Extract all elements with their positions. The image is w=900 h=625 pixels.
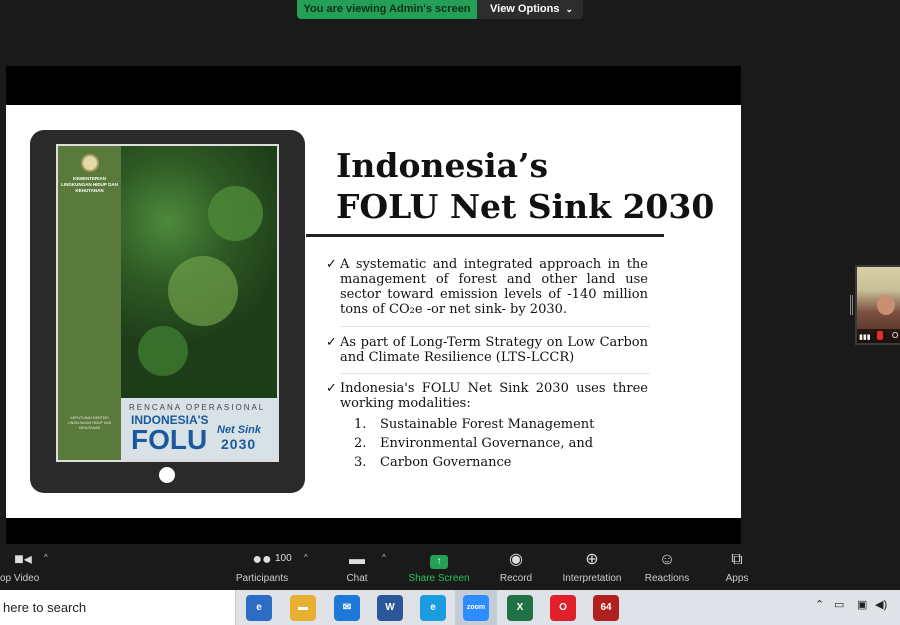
taskbar-edge-icon[interactable]: e — [420, 595, 446, 621]
cover-title-box: RENCANA OPERASIONAL INDONESIA'S FOLU Net… — [121, 398, 277, 460]
reactions-label: Reactions — [644, 573, 690, 584]
tablet-home-button — [159, 467, 175, 483]
windows-taskbar: here to search e ▬ ✉ W e zoom X O 64 ⌃ ▭… — [0, 590, 900, 625]
record-button[interactable]: ◉ Record — [494, 549, 538, 584]
bullet-text: A systematic and integrated approach in … — [340, 257, 648, 317]
taskbar-file-explorer-icon[interactable]: ▬ — [290, 595, 316, 621]
record-label: Record — [499, 573, 533, 584]
presentation-slide: KEMENTERIAN LINGKUNGAN HIDUP DAN KEHUTAN… — [6, 105, 741, 518]
modalities-list: 1. Sustainable Forest Management 2. Enviro… — [354, 415, 594, 472]
checkmark-icon: ✓ — [326, 381, 337, 396]
checkmark-icon: ✓ — [326, 257, 337, 272]
checkmark-icon: ✓ — [326, 335, 337, 350]
signal-strength-icon: ▮▮▮ — [859, 334, 871, 341]
cover-decree-text: KEPUTUSAN MENTERI LINGKUNGAN HIDUP DAN K… — [67, 416, 112, 430]
list-item: 2. Environmental Governance, and — [354, 434, 594, 453]
list-number: 2. — [354, 436, 367, 451]
video-camera-icon: ■◂ — [14, 551, 32, 568]
chat-button[interactable]: ▬ Chat — [340, 549, 374, 584]
taskbar-opera-icon[interactable]: O — [550, 595, 576, 621]
list-text: Environmental Governance, and — [380, 436, 594, 451]
interpretation-button[interactable]: ⊕ Interpretation — [555, 549, 629, 584]
participants-count: 100 — [275, 553, 292, 564]
tree-canopy — [208, 186, 263, 241]
share-screen-icon: ↑ — [404, 549, 474, 571]
taskbar-excel-icon[interactable]: X — [507, 595, 533, 621]
record-icon: ◉ — [509, 551, 523, 568]
participants-label: Participants — [235, 573, 289, 584]
microphone-muted-icon — [877, 331, 883, 340]
apps-button[interactable]: ⧉ Apps — [718, 549, 756, 584]
participant-name: O — [892, 331, 899, 340]
thumbnail-resize-handle[interactable] — [850, 295, 853, 315]
apps-icon: ⧉ — [731, 551, 743, 568]
bullet-text: Indonesia's FOLU Net Sink 2030 uses thre… — [340, 381, 648, 411]
taskbar-search-box[interactable]: here to search — [0, 590, 236, 625]
top-bar: You are viewing Admin's screen View Opti… — [0, 0, 900, 20]
video-options-caret-icon[interactable]: ^ — [44, 553, 48, 562]
bullet-text: As part of Long-Term Strategy on Low Car… — [340, 335, 648, 365]
participants-caret-icon[interactable]: ^ — [304, 553, 308, 562]
share-screen-label: Share Screen — [408, 573, 470, 584]
volume-icon[interactable]: ◀) — [875, 598, 887, 611]
bullet-point: ✓ A systematic and integrated approach i… — [326, 257, 648, 317]
participant-face — [877, 295, 895, 315]
list-item: 1. Sustainable Forest Management — [354, 415, 594, 434]
smiley-icon: ☺ — [658, 551, 676, 568]
taskbar-word-icon[interactable]: W — [377, 595, 403, 621]
cover-netsink: Net Sink — [217, 424, 262, 436]
report-cover-image: KEMENTERIAN LINGKUNGAN HIDUP DAN KEHUTAN… — [56, 144, 279, 462]
list-item: 3. Carbon Governance — [354, 453, 594, 472]
bullet-point: ✓ Indonesia's FOLU Net Sink 2030 uses th… — [326, 381, 648, 411]
network-icon[interactable]: ▭ — [834, 598, 844, 611]
tree-canopy — [168, 256, 238, 326]
list-text: Carbon Governance — [380, 455, 512, 470]
taskbar-mail-icon[interactable]: ✉ — [334, 595, 360, 621]
taskbar-zoom-icon[interactable]: zoom — [463, 595, 489, 621]
chat-bubble-icon: ▬ — [349, 551, 365, 568]
stop-video-label: op Video — [0, 573, 40, 584]
interpretation-label: Interpretation — [562, 573, 622, 584]
meeting-toolbar: ■◂ op Video ^ ●● Participants 100 ^ ▬ Ch… — [0, 545, 900, 590]
globe-icon: ⊕ — [585, 551, 599, 568]
tray-chevron-up-icon[interactable]: ⌃ — [815, 598, 824, 611]
cover-ministry-text: KEMENTERIAN LINGKUNGAN HIDUP DAN KEHUTAN… — [61, 176, 118, 193]
taskbar-edge-legacy-icon[interactable]: e — [246, 595, 272, 621]
cover-folu: FOLU — [131, 424, 208, 455]
apps-label: Apps — [725, 573, 749, 584]
chat-caret-icon[interactable]: ^ — [382, 553, 386, 562]
list-number: 1. — [354, 417, 367, 432]
bullet-point: ✓ As part of Long-Term Strategy on Low C… — [326, 335, 648, 365]
view-options-label: View Options — [490, 3, 560, 15]
viewing-banner: You are viewing Admin's screen — [297, 0, 477, 19]
view-options-button[interactable]: View Options ⌄ — [477, 0, 583, 19]
participant-video-thumbnail[interactable]: ▮▮▮ O — [855, 265, 900, 345]
tree-canopy — [138, 326, 188, 376]
reactions-button[interactable]: ☺ Reactions — [640, 549, 694, 584]
title-divider — [306, 234, 664, 237]
list-text: Sustainable Forest Management — [380, 417, 595, 432]
ministry-logo-icon — [81, 154, 99, 172]
slide-title-line2: FOLU Net Sink 2030 — [336, 187, 715, 226]
share-screen-button[interactable]: ↑ Share Screen — [404, 549, 474, 584]
cover-year: 2030 — [221, 436, 257, 452]
list-number: 3. — [354, 455, 367, 470]
tablet-graphic: KEMENTERIAN LINGKUNGAN HIDUP DAN KEHUTAN… — [30, 130, 305, 493]
slide-title: Indonesia’s FOLU Net Sink 2030 — [336, 145, 714, 227]
taskbar-game-icon[interactable]: 64 — [593, 595, 619, 621]
slide-title-line1: Indonesia’s — [336, 146, 549, 185]
bullet-divider — [340, 326, 650, 327]
cover-subtitle: RENCANA OPERASIONAL — [129, 403, 266, 412]
stop-video-button[interactable]: ■◂ op Video — [0, 549, 46, 584]
chat-label: Chat — [346, 573, 368, 584]
display-icon[interactable]: ▣ — [857, 598, 867, 611]
chevron-down-icon: ⌄ — [565, 4, 573, 14]
bullet-divider — [340, 373, 650, 374]
